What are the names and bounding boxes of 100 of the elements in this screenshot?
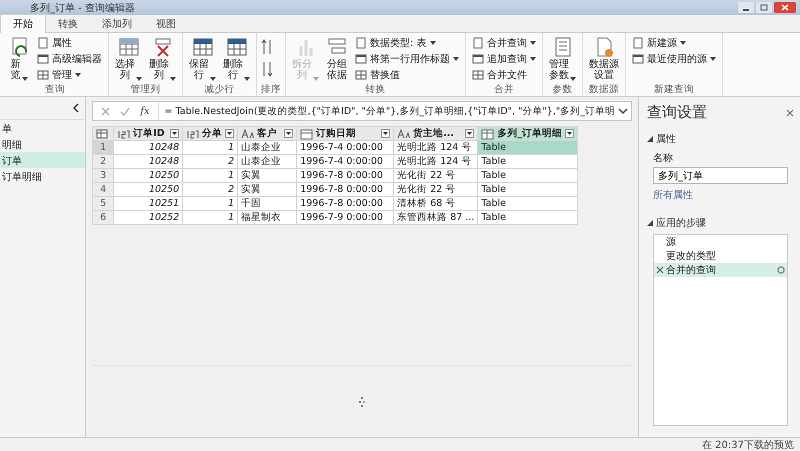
ribbon-button[interactable]: 删除列: [147, 35, 178, 83]
row-number[interactable]: 2: [92, 154, 114, 168]
minimize-icon[interactable]: [738, 2, 754, 13]
table-cell: 10252: [114, 210, 183, 224]
close-icon[interactable]: [774, 2, 796, 13]
ribbon-button[interactable]: 合并文件: [470, 67, 538, 82]
table-cell: 1996-7-9 0:00:00: [296, 210, 394, 224]
ribbon-button[interactable]: 管理: [35, 67, 104, 82]
window-icon: [632, 52, 644, 64]
table-corner[interactable]: [92, 126, 114, 140]
ribbon-tab[interactable]: 添加列: [90, 15, 144, 32]
row-number[interactable]: 5: [92, 196, 114, 210]
all-properties-link[interactable]: 所有属性: [653, 188, 788, 202]
ribbon-button[interactable]: 数据源设置: [587, 35, 621, 83]
ribbon-button[interactable]: 新览: [6, 35, 32, 83]
ribbon-button[interactable]: 数据类型: 表: [353, 35, 461, 50]
ribbon-tab[interactable]: 转换: [46, 15, 90, 32]
ribbon-button[interactable]: 删除行: [221, 35, 252, 83]
name-field[interactable]: 多列_订单: [653, 167, 788, 184]
restore-icon[interactable]: [756, 2, 772, 13]
filter-dropdown-icon[interactable]: [225, 129, 234, 138]
ribbon-button[interactable]: 合并查询: [470, 35, 538, 50]
group-label: 管理列: [130, 83, 162, 96]
check-icon[interactable]: [120, 106, 130, 116]
ribbon-button[interactable]: 分组依据: [324, 35, 350, 83]
table-cell: 清林桥 68 号: [394, 196, 478, 210]
table-minus-icon: [226, 36, 248, 58]
row-number[interactable]: 3: [92, 168, 114, 182]
text-type-icon[interactable]: [397, 128, 410, 140]
table-icon[interactable]: [96, 128, 110, 138]
table-cell: 1996-7-4 0:00:00: [296, 140, 394, 154]
window-icon: [37, 52, 49, 64]
table-icon: [472, 68, 484, 80]
ribbon-button[interactable]: 管理参数: [547, 35, 578, 83]
column-header[interactable]: 多列_订单明细: [478, 126, 578, 140]
applied-step[interactable]: 合并的查询: [654, 263, 787, 277]
ribbon-button[interactable]: 将第一行用作标题: [353, 51, 461, 66]
number-type-icon[interactable]: [117, 128, 130, 140]
delete-icon[interactable]: [656, 266, 666, 274]
table-cell: 1996-7-4 0:00:00: [296, 154, 394, 168]
collapse-icon[interactable]: [73, 103, 80, 113]
cancel-icon[interactable]: [101, 106, 110, 116]
ribbon-button[interactable]: 新建源: [630, 35, 718, 50]
table-icon[interactable]: [481, 128, 494, 140]
collapse-icon[interactable]: [647, 136, 653, 142]
calendar-icon[interactable]: [300, 128, 314, 140]
table-cell: 10251: [114, 196, 183, 210]
table-cell: 光化街 22 号: [394, 182, 478, 196]
text-type-icon[interactable]: [241, 128, 254, 140]
ribbon-button[interactable]: 选择列: [113, 35, 144, 83]
column-header[interactable]: 订单ID: [114, 126, 183, 140]
table-cell: Table: [478, 140, 578, 154]
ribbon-tab[interactable]: 视图: [144, 15, 188, 32]
query-item[interactable]: 订单明细: [0, 168, 86, 184]
row-number[interactable]: 6: [92, 210, 114, 224]
filter-dropdown-icon[interactable]: [170, 129, 180, 138]
applied-step[interactable]: 源: [654, 235, 787, 249]
sort-ascending-icon[interactable]: [261, 39, 273, 55]
ribbon-button[interactable]: 追加查询: [470, 51, 538, 66]
query-item[interactable]: 订单: [0, 152, 86, 168]
pane-title: 查询设置: [647, 103, 707, 122]
number-type-icon[interactable]: [186, 128, 200, 140]
expand-icon[interactable]: [565, 129, 574, 138]
formula-text[interactable]: = Table.NestedJoin(更改的类型,{"订单ID", "分单"},多列_订单明细,{"订单ID", "分单"},"多列_订单明: [158, 104, 615, 118]
ribbon-button[interactable]: 替换值: [353, 67, 461, 82]
column-header[interactable]: 客户: [238, 126, 297, 140]
row-number[interactable]: 4: [92, 182, 114, 196]
row-number[interactable]: 1: [92, 140, 114, 154]
query-item[interactable]: 单: [0, 120, 86, 136]
function-button[interactable]: fx: [140, 106, 150, 116]
table-icon: [37, 68, 49, 80]
column-header[interactable]: 订购日期: [296, 126, 394, 140]
sort-descending-icon[interactable]: [261, 61, 273, 77]
loading-spinner-icon: [358, 396, 366, 408]
table-cell: 10248: [114, 154, 183, 168]
table-cell: 10250: [114, 182, 183, 196]
close-icon[interactable]: [786, 108, 794, 116]
table-cell: Table: [478, 196, 578, 210]
ribbon-button[interactable]: 属性: [35, 35, 104, 50]
table-check-icon: [192, 36, 214, 58]
table-cell: 实翼: [238, 168, 297, 182]
ribbon-button[interactable]: 高级编辑器: [35, 51, 104, 66]
window-title: 多列_订单 - 查询编辑器: [30, 2, 136, 14]
filter-dropdown-icon[interactable]: [284, 129, 294, 138]
group-label: 减少行: [204, 83, 236, 96]
field-label: 名称: [653, 152, 674, 165]
collapse-icon[interactable]: [647, 220, 653, 226]
query-item[interactable]: 明细: [0, 136, 86, 152]
column-header[interactable]: 货主地...: [394, 126, 478, 140]
group-label: 排序: [261, 83, 281, 96]
column-header[interactable]: 分单: [182, 126, 238, 140]
group-label: 数据源: [588, 83, 620, 96]
filter-dropdown-icon[interactable]: [465, 129, 474, 138]
ribbon-tab[interactable]: 开始: [0, 14, 46, 33]
filter-dropdown-icon[interactable]: [381, 129, 390, 138]
applied-step[interactable]: 更改的类型: [654, 249, 787, 263]
table-cell: 山泰企业: [238, 140, 297, 154]
ribbon-button[interactable]: 最近使用的源: [630, 51, 718, 66]
ribbon-button[interactable]: 保留行: [187, 35, 218, 83]
group-label: 合并: [493, 83, 515, 96]
